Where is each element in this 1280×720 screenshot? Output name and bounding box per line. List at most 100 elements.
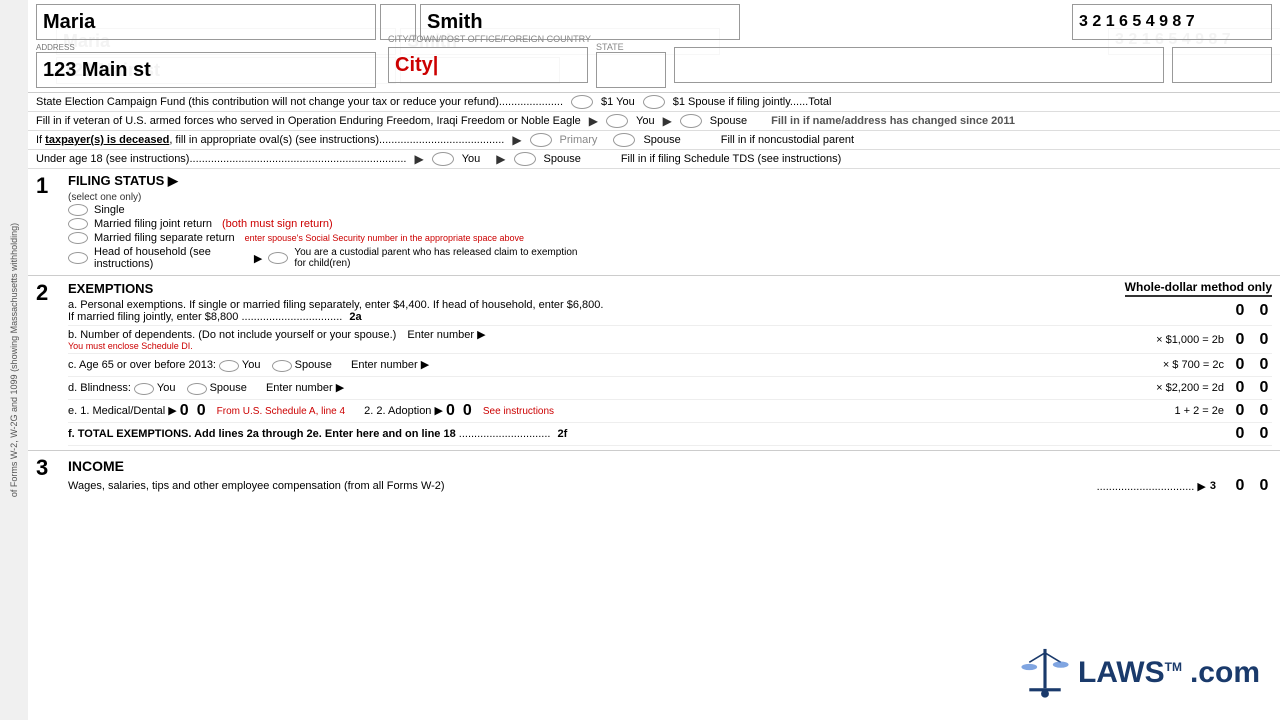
page-wrapper: of Forms W-2, W-2G and 1099 (showing Mas… xyxy=(0,0,1280,720)
2c-val1: 0 xyxy=(1232,356,1248,374)
veteran-you-oval[interactable] xyxy=(606,114,628,128)
campaign-you-label: $1 You xyxy=(601,96,635,108)
head-household-oval[interactable] xyxy=(68,252,88,264)
extra-field[interactable] xyxy=(1172,47,1272,83)
laws-scale-icon xyxy=(1020,645,1070,700)
left-filing: Single Married filing joint return (both… xyxy=(68,203,588,271)
married-separate-label: Married filing separate return xyxy=(94,232,235,244)
city-field[interactable]: City | xyxy=(388,47,588,83)
campaign-spouse-label: $1 Spouse if filing jointly......Total xyxy=(673,96,832,108)
2c-you-oval[interactable] xyxy=(219,360,239,372)
custodial-oval[interactable] xyxy=(268,252,288,264)
row-2c-text: c. Age 65 or over before 2013: You Spous… xyxy=(68,358,1159,371)
address-field[interactable]: 123 Main st xyxy=(36,52,376,88)
state-field[interactable] xyxy=(596,52,666,88)
under18-row: Under age 18 (see instructions).........… xyxy=(28,150,1280,169)
laws-watermark: LAWSTM .com xyxy=(1020,645,1260,700)
2b-val2: 0 xyxy=(1256,331,1272,349)
laws-dotcom: .com xyxy=(1190,656,1260,690)
under18-you-label: You xyxy=(462,153,481,165)
2e-zero-pair: 0 0 xyxy=(1232,402,1272,420)
row-2d-values: × $2,200 = 2d 0 0 xyxy=(1156,379,1272,397)
deceased-primary-label: Primary xyxy=(560,134,598,146)
wages-label: Wages, salaries, tips and other employee… xyxy=(68,480,1097,492)
wages-values: 0 0 xyxy=(1232,477,1272,495)
2c-zero-pair: 0 0 xyxy=(1232,356,1272,374)
section2-num: 2 xyxy=(36,280,60,306)
row-2a-values: 0 0 xyxy=(1172,302,1272,320)
city-value: City xyxy=(395,54,433,77)
2e-val1: 0 xyxy=(180,402,189,420)
section-3: 3 INCOME Wages, salaries, tips and other… xyxy=(28,451,1280,501)
married-joint-oval[interactable] xyxy=(68,218,88,230)
under18-spouse-label: Spouse xyxy=(544,153,581,165)
exemption-row-2b: b. Number of dependents. (Do not include… xyxy=(68,326,1272,354)
first-name-field[interactable]: Maria xyxy=(36,4,376,40)
married-joint-note: (both must sign return) xyxy=(222,218,333,230)
wages-val2: 0 xyxy=(1256,477,1272,495)
adoption-label: 2. Adoption xyxy=(376,405,431,417)
married-separate-note: enter spouse's Social Security number in… xyxy=(245,233,524,243)
2c-val2: 0 xyxy=(1256,356,1272,374)
row-2a-text: a. Personal exemptions. If single or mar… xyxy=(68,299,1168,323)
2f-val2: 0 xyxy=(1256,425,1272,443)
2f-val1: 0 xyxy=(1232,425,1248,443)
see-instructions: See instructions xyxy=(483,406,554,417)
campaign-you-oval[interactable] xyxy=(571,95,593,109)
campaign-spouse-oval[interactable] xyxy=(643,95,665,109)
exemption-row-2a: a. Personal exemptions. If single or mar… xyxy=(68,297,1272,326)
from-schedule-a: From U.S. Schedule A, line 4 xyxy=(217,406,345,417)
married-separate-oval[interactable] xyxy=(68,232,88,244)
under18-arrow: ▶ xyxy=(414,152,423,166)
under18-spouse-arrow: ▶ xyxy=(496,152,505,166)
row-2d-text: d. Blindness: You Spouse Enter number ▶ xyxy=(68,381,1152,394)
ssn-field[interactable]: 3 2 1 6 5 4 9 8 7 xyxy=(1072,4,1272,40)
state-label: STATE xyxy=(596,42,666,52)
2a-val2: 0 xyxy=(1256,302,1272,320)
section-2: 2 EXEMPTIONS Whole-dollar method only a.… xyxy=(28,276,1280,451)
filing-married-joint: Married filing joint return (both must s… xyxy=(68,217,588,231)
2b-zero-pair: 0 0 xyxy=(1232,331,1272,349)
veteran-you-label: You xyxy=(636,115,655,127)
row-2e-values: 1 + 2 = 2e 0 0 xyxy=(1172,402,1272,420)
deceased-primary-oval[interactable] xyxy=(530,133,552,147)
2f-zero-pair: 0 0 xyxy=(1232,425,1272,443)
header-section: Maria Smith 3 2 1 6 5 4 9 8 7 ADDRESS 12… xyxy=(28,0,1280,92)
veteran-spouse-oval[interactable] xyxy=(680,114,702,128)
schedule-tds-text: Fill in if filing Schedule TDS (see inst… xyxy=(621,153,842,165)
2e-rval1: 0 xyxy=(1232,402,1248,420)
row-2f-values: 0 0 xyxy=(1172,425,1272,443)
exemption-row-2f: f. TOTAL EXEMPTIONS. Add lines 2a throug… xyxy=(68,423,1272,446)
exemption-row-2e: e. 1. Medical/Dental ▶ 0 0 From U.S. Sch… xyxy=(68,400,1272,423)
exemption-row-2c: c. Age 65 or over before 2013: You Spous… xyxy=(68,354,1272,377)
row-2f-text: f. TOTAL EXEMPTIONS. Add lines 2a throug… xyxy=(68,428,1168,440)
city-label: CITY/TOWN/POST OFFICE/FOREIGN COUNTRY xyxy=(388,34,591,44)
2c-multiplier: × $ 700 = 2c xyxy=(1163,359,1224,371)
2d-you-oval[interactable] xyxy=(134,383,154,395)
veteran-text: Fill in if veteran of U.S. armed forces … xyxy=(36,115,581,127)
2d-multiplier: × $2,200 = 2d xyxy=(1156,382,1224,394)
under18-spouse-oval[interactable] xyxy=(514,152,536,166)
section1-subtitle: (select one only) xyxy=(68,192,141,203)
income-title: INCOME xyxy=(68,455,1272,475)
2a-zero-pair: 0 0 xyxy=(1232,302,1272,320)
married-joint-label: Married filing joint return xyxy=(94,218,212,230)
side-text-label: of Forms W-2, W-2G and 1099 (showing Mas… xyxy=(9,223,19,497)
zip-field[interactable] xyxy=(674,47,1164,83)
side-text-panel: of Forms W-2, W-2G and 1099 (showing Mas… xyxy=(0,0,28,720)
under18-you-oval[interactable] xyxy=(432,152,454,166)
single-oval[interactable] xyxy=(68,204,88,216)
filing-options: Single Married filing joint return (both… xyxy=(68,203,1272,271)
2d-spouse-oval[interactable] xyxy=(187,383,207,395)
2c-spouse-oval[interactable] xyxy=(272,360,292,372)
veteran-row: Fill in if veteran of U.S. armed forces … xyxy=(28,112,1280,131)
2e-val3: 0 xyxy=(446,402,455,420)
section3-num: 3 xyxy=(36,455,60,481)
row-2e-text: e. 1. Medical/Dental ▶ 0 0 From U.S. Sch… xyxy=(68,402,1168,420)
section1-title: FILING STATUS ▶ xyxy=(68,173,178,189)
row-2c-values: × $ 700 = 2c 0 0 xyxy=(1163,356,1272,374)
2e-formula: 1 + 2 = 2e xyxy=(1174,405,1224,417)
deceased-spouse-oval[interactable] xyxy=(613,133,635,147)
wages-ref: 3 xyxy=(1210,480,1216,492)
single-label: Single xyxy=(94,204,125,216)
